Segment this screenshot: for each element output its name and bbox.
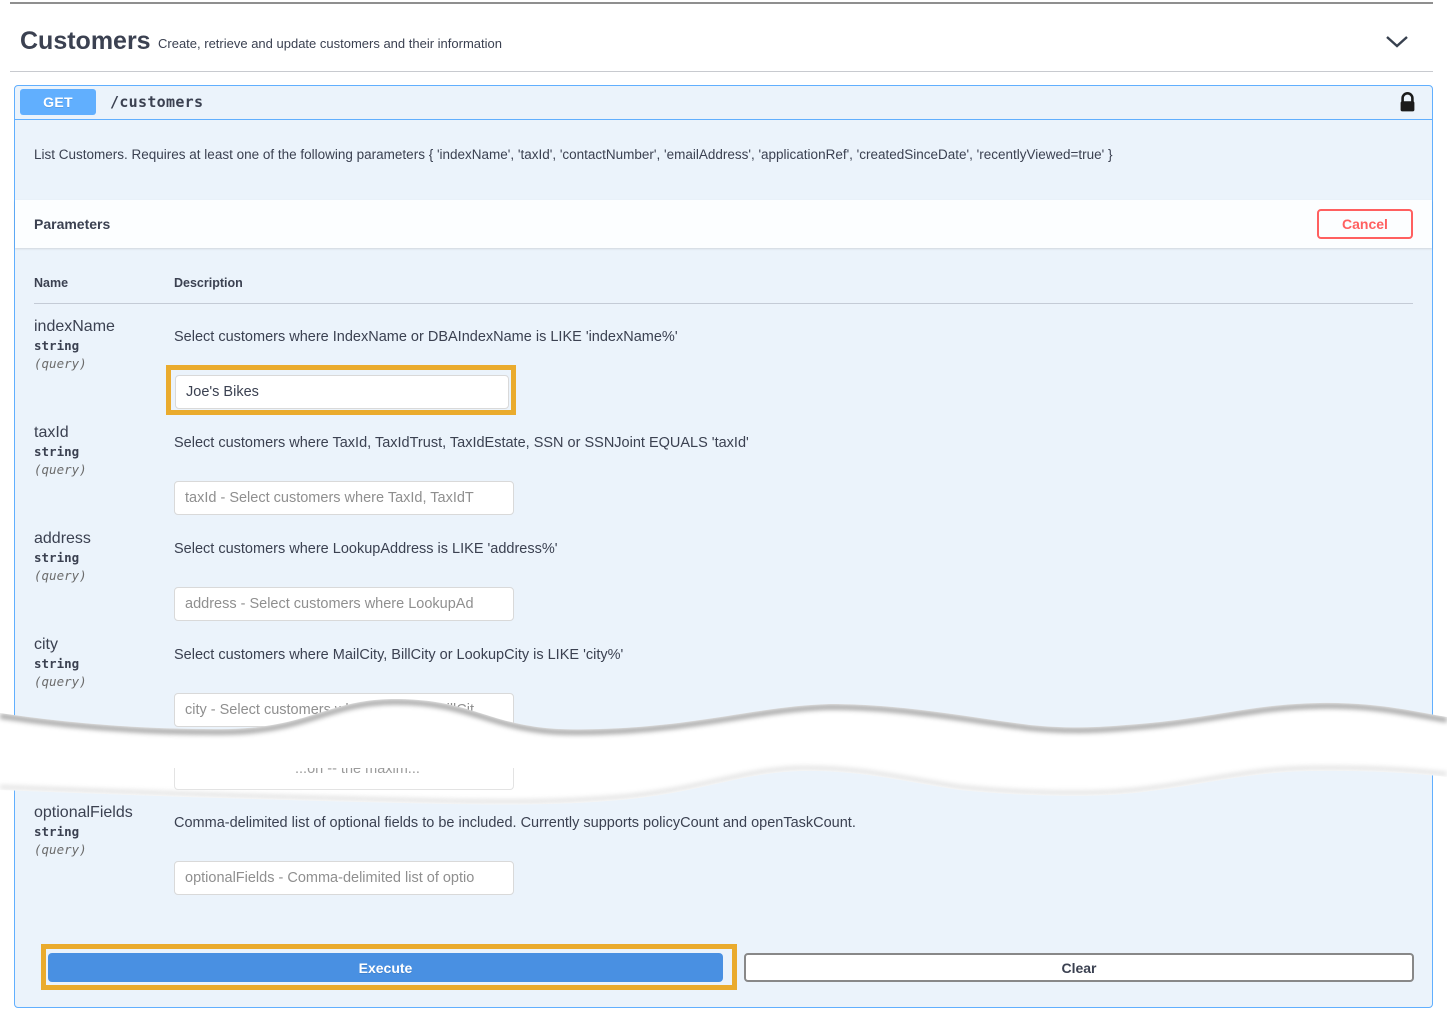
param-type: string	[34, 338, 79, 353]
param-type: string	[34, 444, 79, 459]
param-name: indexName	[34, 318, 115, 336]
taxId-input[interactable]	[174, 481, 514, 515]
param-type: string	[34, 656, 79, 671]
clear-button[interactable]: Clear	[744, 953, 1414, 982]
param-description: Comma-delimited list of optional fields …	[174, 815, 856, 831]
chevron-down-icon[interactable]	[1385, 35, 1409, 54]
execute-button[interactable]: Execute	[48, 953, 723, 982]
param-name: city	[34, 636, 58, 654]
parameters-section-header: Parameters Cancel	[15, 200, 1432, 248]
optionalFields-input[interactable]	[174, 861, 514, 895]
param-description: Select customers where IndexName or DBAI…	[174, 329, 678, 345]
torn-fragment-text: ...on -- the maxim...	[295, 768, 420, 777]
city-input[interactable]	[174, 693, 514, 727]
tag-title: Customers	[20, 27, 151, 56]
top-divider	[10, 2, 1433, 4]
param-name: address	[34, 530, 91, 548]
column-header-description: Description	[174, 276, 243, 290]
torn-input-fragment: ...on -- the maxim...	[174, 768, 514, 790]
param-description: Select customers where TaxId, TaxIdTrust…	[174, 435, 749, 451]
indexName-input[interactable]	[175, 375, 509, 409]
table-header-rule	[34, 303, 1413, 304]
param-name: taxId	[34, 424, 69, 442]
method-badge: GET	[20, 89, 96, 115]
operation-description: List Customers. Requires at least one of…	[34, 146, 1394, 164]
opblock-summary[interactable]: GET /customers	[15, 86, 1432, 120]
column-header-name: Name	[34, 276, 68, 290]
lock-icon[interactable]	[1399, 92, 1416, 118]
endpoint-path: /customers	[110, 93, 203, 111]
tag-subtitle: Create, retrieve and update customers an…	[158, 36, 502, 51]
param-location: (query)	[34, 674, 87, 689]
parameters-title: Parameters	[34, 216, 110, 232]
param-description: Select customers where MailCity, BillCit…	[174, 647, 623, 663]
tag-divider	[10, 71, 1433, 72]
cancel-button[interactable]: Cancel	[1317, 209, 1413, 239]
param-location: (query)	[34, 842, 87, 857]
param-name: optionalFields	[34, 804, 133, 822]
param-location: (query)	[34, 568, 87, 583]
param-location: (query)	[34, 462, 87, 477]
opblock-get-customers: GET /customers List Customers. Requires …	[14, 85, 1433, 1008]
param-type: string	[34, 824, 79, 839]
param-type: string	[34, 550, 79, 565]
param-description: Select customers where LookupAddress is …	[174, 541, 558, 557]
address-input[interactable]	[174, 587, 514, 621]
param-location: (query)	[34, 356, 87, 371]
